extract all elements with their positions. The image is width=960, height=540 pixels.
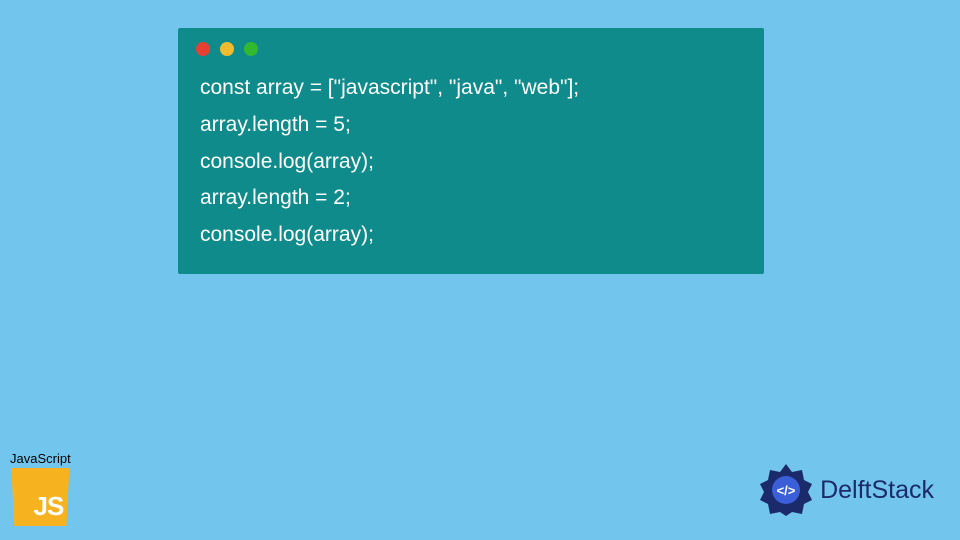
javascript-badge: JavaScript JS: [10, 451, 71, 526]
javascript-logo-icon: JS: [11, 468, 69, 526]
close-dot-icon: [196, 42, 210, 56]
maximize-dot-icon: [244, 42, 258, 56]
delftstack-badge: </> DelftStack: [758, 462, 934, 518]
minimize-dot-icon: [220, 42, 234, 56]
code-body: const array = ["javascript", "java", "we…: [178, 62, 764, 268]
javascript-label: JavaScript: [10, 451, 71, 466]
code-line: console.log(array);: [200, 144, 742, 181]
code-line: array.length = 5;: [200, 107, 742, 144]
window-controls: [178, 28, 764, 62]
code-line: console.log(array);: [200, 217, 742, 254]
javascript-logo-text: JS: [34, 491, 64, 522]
delftstack-text: DelftStack: [820, 476, 934, 505]
delftstack-logo-icon: </>: [758, 462, 814, 518]
svg-text:</>: </>: [777, 483, 796, 498]
code-line: const array = ["javascript", "java", "we…: [200, 70, 742, 107]
code-line: array.length = 2;: [200, 180, 742, 217]
code-window: const array = ["javascript", "java", "we…: [178, 28, 764, 274]
